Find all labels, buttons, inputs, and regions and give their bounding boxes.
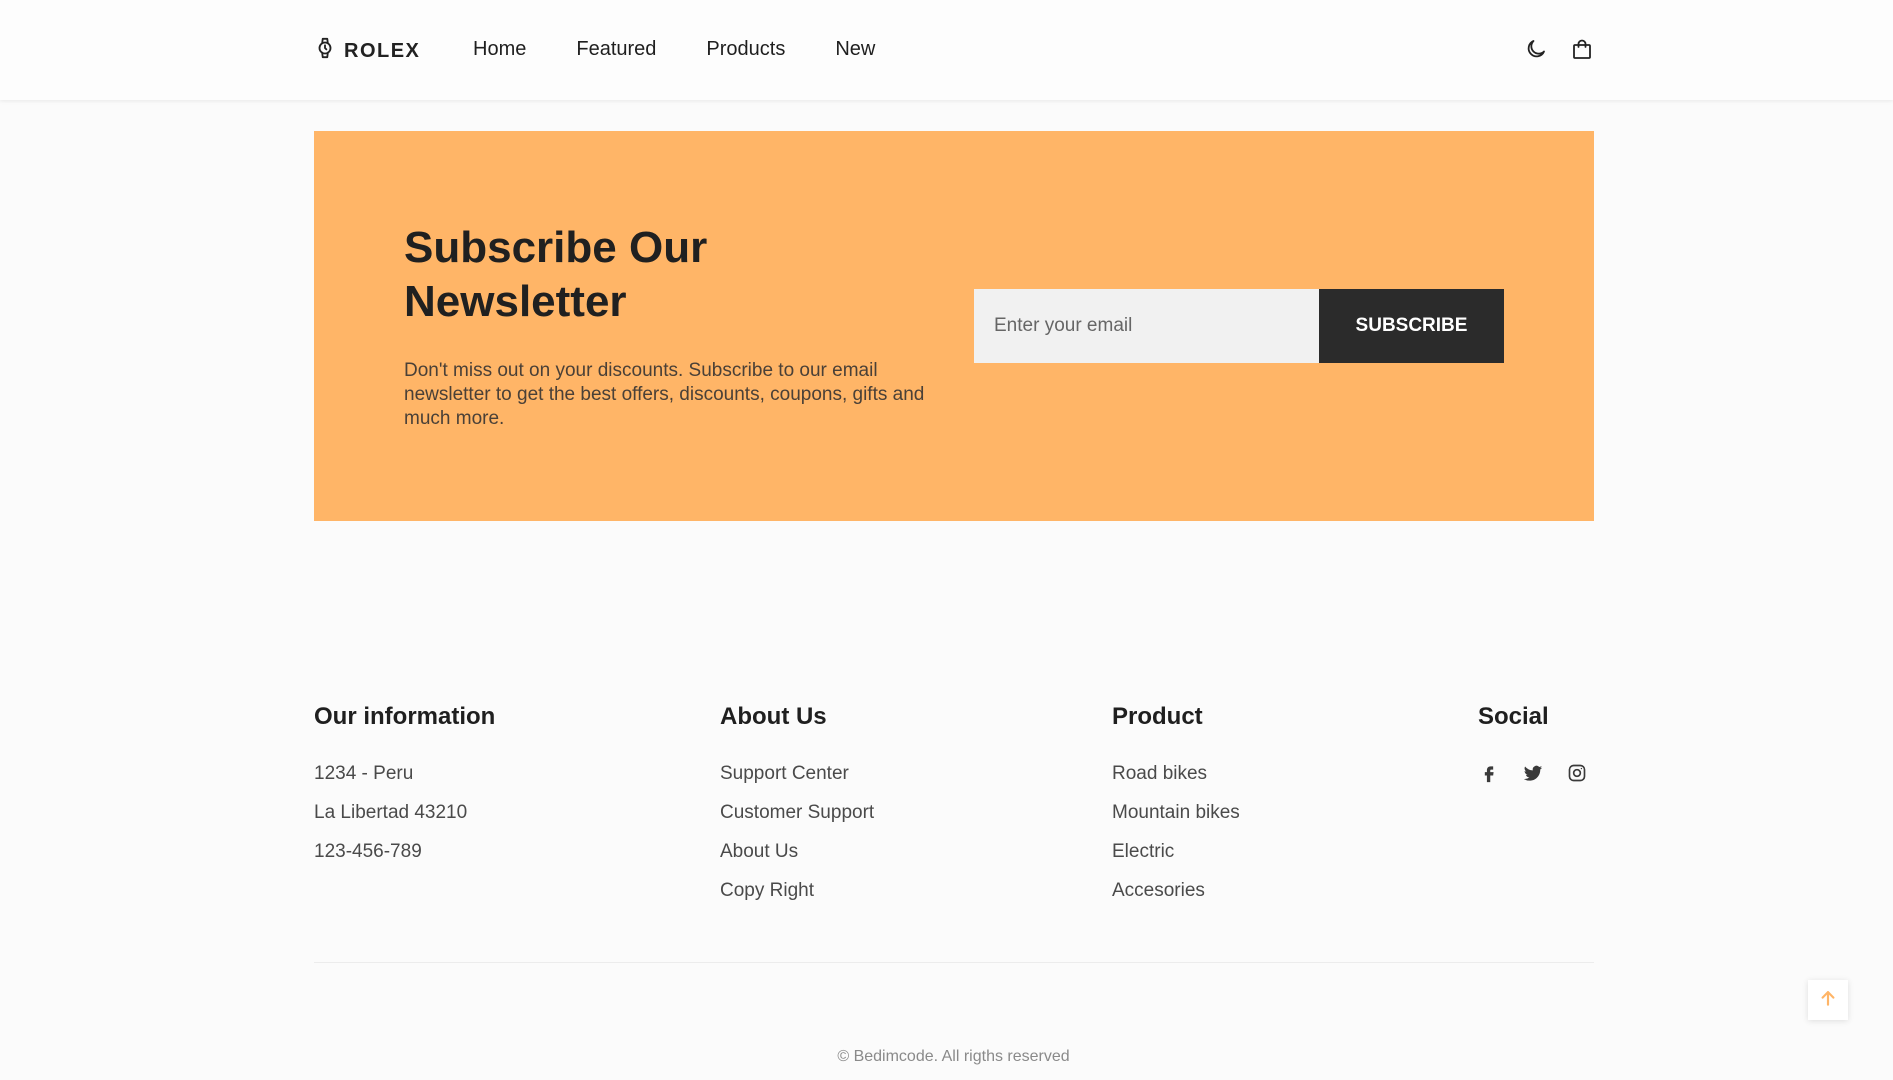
footer-link-support-center[interactable]: Support Center — [720, 762, 874, 786]
email-input[interactable] — [974, 289, 1319, 363]
address-line: 1234 - Peru — [314, 763, 414, 784]
footer-link-accesories[interactable]: Accesories — [1112, 879, 1240, 903]
footer-link-mountain-bikes[interactable]: Mountain bikes — [1112, 801, 1240, 825]
phone-number: 123-456-789 — [314, 841, 422, 862]
footer-product: Product Road bikes Mountain bikes Electr… — [1112, 700, 1240, 918]
arrow-up-icon — [1818, 988, 1838, 1013]
newsletter-form: SUBSCRIBE — [974, 289, 1504, 363]
facebook-icon[interactable] — [1478, 762, 1500, 784]
header: ROLEX Home Featured Products New — [0, 0, 1893, 100]
footer-info-title: Our information — [314, 703, 496, 730]
nav-link-featured[interactable]: Featured — [576, 38, 656, 61]
subscribe-button[interactable]: SUBSCRIBE — [1319, 289, 1504, 363]
newsletter-section: Subscribe Our Newsletter Don't miss out … — [314, 131, 1594, 521]
footer-info: Our information 1234 - Peru La Libertad … — [314, 700, 495, 879]
social-icons — [1478, 762, 1588, 784]
logo-text: ROLEX — [344, 39, 421, 62]
footer-link-customer-support[interactable]: Customer Support — [720, 801, 874, 825]
address-line: La Libertad 43210 — [314, 802, 468, 823]
nav-link-products[interactable]: Products — [706, 38, 785, 61]
shopping-bag-icon[interactable] — [1569, 36, 1595, 62]
scroll-top-button[interactable] — [1808, 980, 1848, 1020]
footer-social: Social — [1478, 700, 1588, 784]
footer-product-title: Product — [1112, 703, 1203, 730]
logo[interactable]: ROLEX — [314, 36, 420, 66]
twitter-icon[interactable] — [1522, 762, 1544, 784]
header-actions — [1523, 36, 1595, 62]
main-nav: Home Featured Products New — [473, 38, 875, 61]
nav-link-home[interactable]: Home — [473, 38, 526, 61]
footer-divider — [314, 962, 1594, 963]
footer-link-road-bikes[interactable]: Road bikes — [1112, 762, 1240, 786]
footer-about: About Us Support Center Customer Support… — [720, 700, 874, 918]
newsletter-title: Subscribe Our Newsletter — [404, 223, 708, 326]
newsletter-description: Don't miss out on your discounts. Subscr… — [404, 360, 925, 429]
footer-social-title: Social — [1478, 703, 1549, 730]
footer-link-about-us[interactable]: About Us — [720, 840, 874, 864]
footer-link-copy-right[interactable]: Copy Right — [720, 879, 874, 903]
watch-icon — [314, 36, 336, 66]
instagram-icon[interactable] — [1566, 762, 1588, 784]
footer-link-electric[interactable]: Electric — [1112, 840, 1240, 864]
footer-about-title: About Us — [720, 703, 827, 730]
moon-icon[interactable] — [1523, 36, 1549, 62]
nav-link-new[interactable]: New — [835, 38, 875, 61]
copyright-text: © Bedimcode. All rigths reserved — [837, 1048, 1070, 1065]
